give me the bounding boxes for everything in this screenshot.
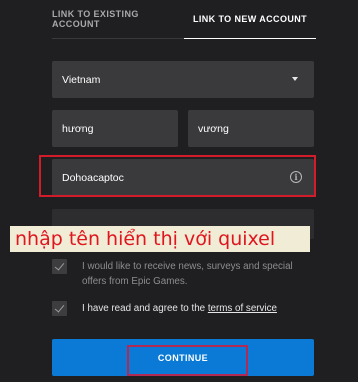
terms-of-service-link[interactable]: terms of service	[208, 303, 277, 314]
terms-checkbox[interactable]	[52, 301, 67, 316]
last-name-value: vương	[198, 122, 229, 135]
tab-link-existing-account[interactable]: LINK TO EXISTING ACCOUNT	[52, 0, 184, 38]
country-value: Vietnam	[62, 73, 101, 86]
country-select[interactable]: Vietnam	[52, 61, 314, 98]
display-name-highlight-box	[39, 155, 316, 197]
first-name-field[interactable]: hương	[52, 110, 178, 147]
news-opt-in-checkbox[interactable]	[52, 259, 67, 274]
terms-label: I have read and agree to the terms of se…	[82, 301, 310, 316]
annotation-caption: nhập tên hiển thị với quixel	[10, 226, 310, 252]
tab-link-new-account[interactable]: LINK TO NEW ACCOUNT	[184, 0, 316, 39]
last-name-field[interactable]: vương	[188, 110, 314, 147]
terms-prefix: I have read and agree to the	[82, 303, 208, 314]
continue-highlight-box	[127, 345, 248, 376]
news-opt-in-row: I would like to receive news, surveys an…	[52, 259, 310, 289]
first-name-value: hương	[62, 122, 94, 135]
terms-row: I have read and agree to the terms of se…	[52, 301, 310, 316]
news-opt-in-label: I would like to receive news, surveys an…	[82, 261, 293, 287]
account-tabs: LINK TO EXISTING ACCOUNT LINK TO NEW ACC…	[52, 0, 316, 39]
chevron-down-icon	[292, 77, 298, 81]
link-account-page: LINK TO EXISTING ACCOUNT LINK TO NEW ACC…	[0, 0, 358, 382]
